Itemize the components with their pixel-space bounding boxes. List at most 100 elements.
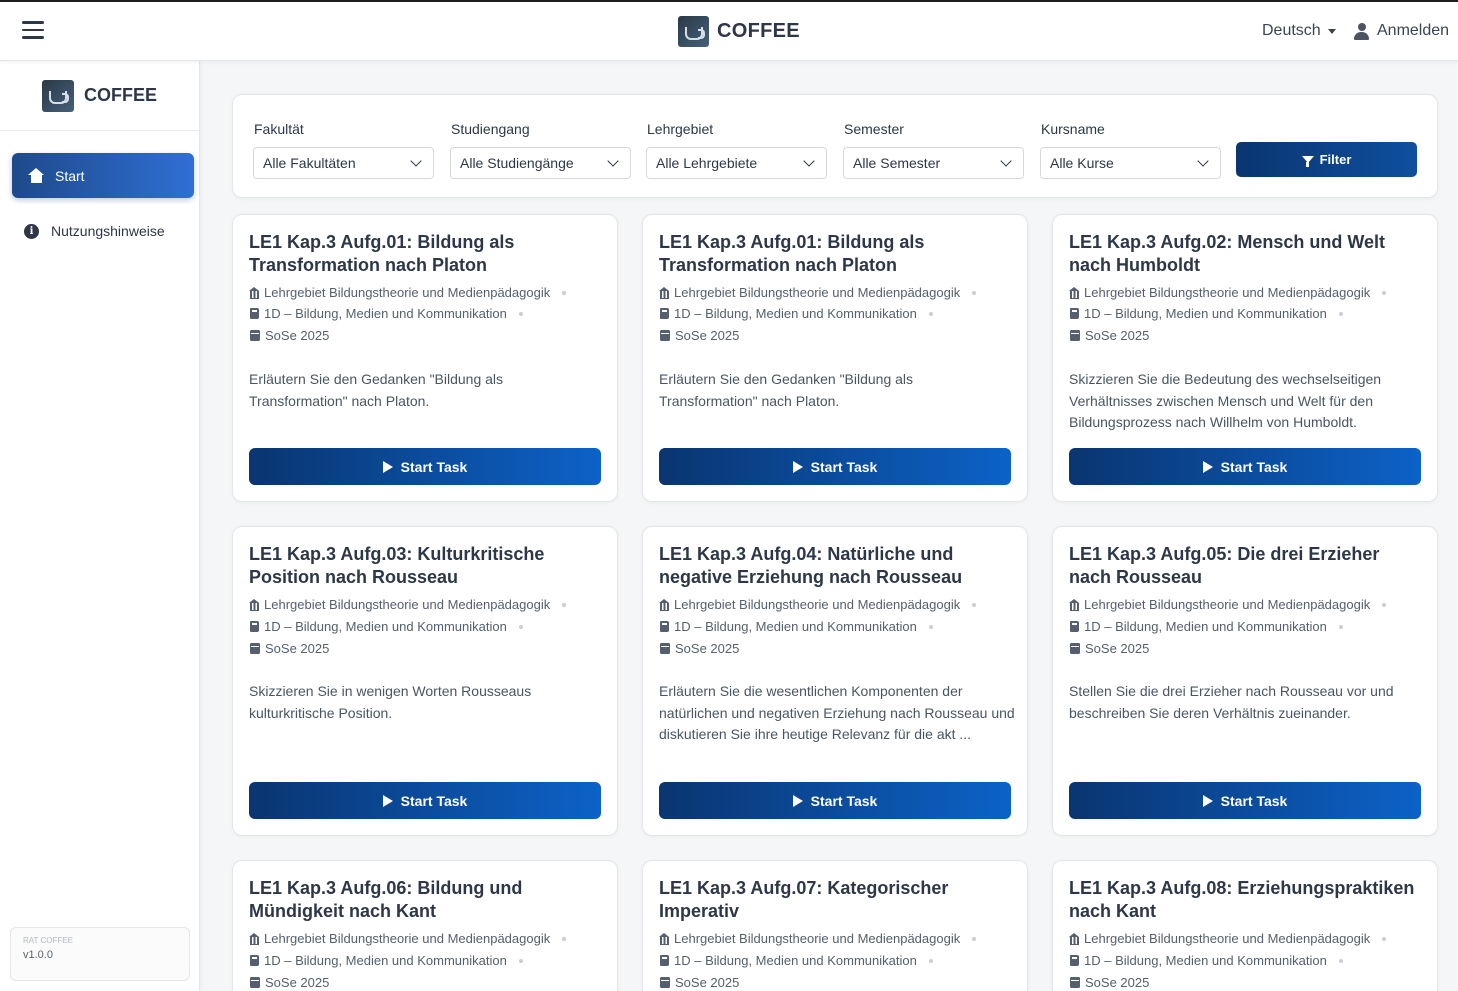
book-icon — [1070, 955, 1079, 966]
module-text: 1D – Bildung, Medien und Kommunikation — [264, 306, 507, 321]
area-text: Lehrgebiet Bildungstheorie und Medienpäd… — [264, 931, 551, 946]
university-icon — [1069, 287, 1080, 299]
card-area: Lehrgebiet Bildungstheorie und Medienpäd… — [1069, 285, 1387, 300]
button-label: Start Task — [810, 458, 878, 475]
sidebar-item-nutzungshinweise[interactable]: i Nutzungshinweise — [24, 223, 165, 239]
card-module: 1D – Bildung, Medien und Kommunikation — [659, 306, 933, 321]
hamburger-menu-icon[interactable] — [22, 21, 44, 39]
task-card: LE1 Kap.3 Aufg.03: Kulturkritische Posit… — [232, 526, 618, 836]
separator-dot — [518, 958, 523, 963]
card-description: Erläutern Sie den Gedanken "Bildung als … — [659, 371, 914, 409]
area-select[interactable]: Alle Lehrgebiete — [646, 147, 827, 179]
start-task-button[interactable]: Start Task — [1069, 782, 1421, 819]
semester-select[interactable]: Alle Semester — [843, 147, 1024, 179]
card-area: Lehrgebiet Bildungstheorie und Medienpäd… — [249, 597, 567, 612]
start-task-button[interactable]: Start Task — [1069, 448, 1421, 485]
start-task-button[interactable]: Start Task — [659, 448, 1011, 485]
card-title: LE1 Kap.3 Aufg.02: Mensch und Welt nach … — [1069, 232, 1386, 275]
card-semester: SoSe 2025 — [1069, 328, 1149, 343]
card-area: Lehrgebiet Bildungstheorie und Medienpäd… — [659, 931, 977, 946]
select-value: Alle Semester — [853, 155, 941, 171]
module-text: 1D – Bildung, Medien und Kommunikation — [674, 953, 917, 968]
separator-dot — [1382, 936, 1387, 941]
calendar-icon — [250, 977, 260, 988]
area-text: Lehrgebiet Bildungstheorie und Medienpäd… — [674, 931, 961, 946]
separator-dot — [972, 602, 977, 607]
chevron-down-icon — [607, 154, 619, 167]
separator-dot — [518, 311, 523, 316]
card-description: Erläutern Sie den Gedanken "Bildung als … — [249, 371, 504, 409]
sidebar-item-start[interactable]: Start — [12, 153, 194, 198]
login-link[interactable]: Anmelden — [1354, 22, 1449, 40]
filter-area: Lehrgebiet Alle Lehrgebiete — [646, 121, 827, 179]
module-text: 1D – Bildung, Medien und Kommunikation — [1084, 306, 1327, 321]
module-text: 1D – Bildung, Medien und Kommunikation — [264, 953, 507, 968]
task-card: LE1 Kap.3 Aufg.01: Bildung als Transform… — [642, 214, 1028, 502]
university-icon — [249, 599, 260, 611]
user-icon — [1354, 22, 1369, 40]
semester-text: SoSe 2025 — [265, 641, 330, 656]
calendar-icon — [1070, 330, 1080, 341]
play-icon — [792, 794, 803, 807]
card-module: 1D – Bildung, Medien und Kommunikation — [249, 306, 523, 321]
area-text: Lehrgebiet Bildungstheorie und Medienpäd… — [674, 597, 961, 612]
brand[interactable]: COFFEE — [678, 15, 800, 47]
sidebar: COFFEE Start i Nutzungshinweise RAT COFF… — [0, 61, 200, 991]
start-task-button[interactable]: Start Task — [249, 448, 601, 485]
top-navbar: COFFEE Deutsch Anmelden — [0, 0, 1458, 61]
card-area: Lehrgebiet Bildungstheorie und Medienpäd… — [249, 931, 567, 946]
book-icon — [660, 955, 669, 966]
card-description: Stellen Sie die drei Erzieher nach Rouss… — [1069, 683, 1394, 721]
start-task-button[interactable]: Start Task — [659, 782, 1011, 819]
card-module: 1D – Bildung, Medien und Kommunikation — [659, 953, 933, 968]
course-select[interactable]: Alle Kurse — [1040, 147, 1221, 179]
separator-dot — [1338, 311, 1343, 316]
card-description: Skizzieren Sie in wenigen Worten Roussea… — [249, 683, 532, 721]
task-card: LE1 Kap.3 Aufg.07: Kategorischer Imperat… — [642, 860, 1028, 991]
select-value: Alle Lehrgebiete — [656, 155, 758, 171]
separator-dot — [562, 936, 567, 941]
book-icon — [250, 621, 259, 632]
version-box: RAT COFFEE v1.0.0 — [10, 927, 190, 981]
language-dropdown[interactable]: Deutsch — [1262, 22, 1336, 40]
separator-dot — [928, 311, 933, 316]
faculty-select[interactable]: Alle Fakultäten — [253, 147, 434, 179]
card-title: LE1 Kap.3 Aufg.01: Bildung als Transform… — [659, 232, 925, 275]
login-label: Anmelden — [1377, 22, 1450, 39]
area-text: Lehrgebiet Bildungstheorie und Medienpäd… — [1084, 597, 1371, 612]
filter-semester: Semester Alle Semester — [843, 121, 1024, 179]
card-title: LE1 Kap.3 Aufg.06: Bildung und Mündigkei… — [249, 878, 523, 921]
play-icon — [382, 460, 393, 473]
book-icon — [1070, 621, 1079, 632]
semester-text: SoSe 2025 — [1085, 641, 1150, 656]
card-module: 1D – Bildung, Medien und Kommunikation — [249, 953, 523, 968]
module-text: 1D – Bildung, Medien und Kommunikation — [264, 619, 507, 634]
semester-text: SoSe 2025 — [675, 975, 740, 990]
calendar-icon — [250, 330, 260, 341]
filter-label: Semester — [844, 121, 904, 137]
separator-dot — [1382, 290, 1387, 295]
card-area: Lehrgebiet Bildungstheorie und Medienpäd… — [659, 597, 977, 612]
card-area: Lehrgebiet Bildungstheorie und Medienpäd… — [659, 285, 977, 300]
button-label: Start Task — [1220, 792, 1288, 809]
university-icon — [1069, 599, 1080, 611]
separator-dot — [518, 624, 523, 629]
chevron-down-icon — [1000, 154, 1012, 167]
filter-button[interactable]: Filter — [1236, 142, 1417, 177]
sidebar-brand[interactable]: COFFEE — [0, 61, 199, 131]
start-task-button[interactable]: Start Task — [249, 782, 601, 819]
sidebar-item-label: Start — [55, 167, 85, 184]
university-icon — [659, 599, 670, 611]
module-text: 1D – Bildung, Medien und Kommunikation — [1084, 619, 1327, 634]
card-semester: SoSe 2025 — [1069, 641, 1149, 656]
filter-label: Lehrgebiet — [647, 121, 714, 137]
card-semester: SoSe 2025 — [1069, 975, 1149, 990]
semester-text: SoSe 2025 — [675, 328, 740, 343]
university-icon — [659, 933, 670, 945]
filter-icon — [1301, 156, 1314, 167]
version-logo: RAT COFFEE — [23, 936, 73, 945]
separator-dot — [972, 290, 977, 295]
sidebar-brand-title: COFFEE — [83, 85, 157, 105]
card-description: Erläutern Sie die wesentlichen Komponent… — [659, 683, 1015, 742]
program-select[interactable]: Alle Studiengänge — [450, 147, 631, 179]
